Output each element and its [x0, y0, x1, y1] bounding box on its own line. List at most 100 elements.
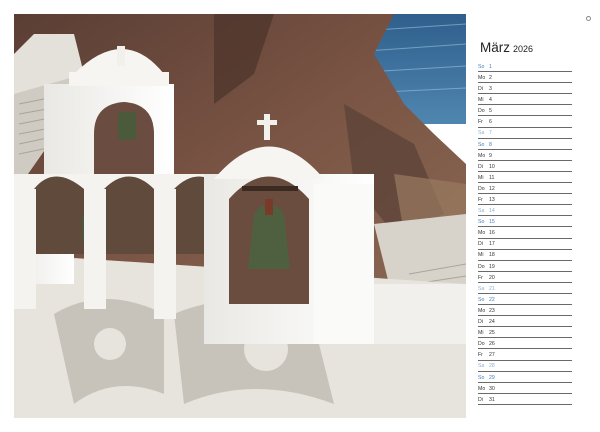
day-number: 8 — [489, 141, 492, 148]
weekday-label: Sa — [478, 363, 485, 370]
day-row: Mi 4 — [478, 94, 572, 106]
day-row: So 15 — [478, 216, 572, 228]
day-number: 29 — [489, 374, 495, 381]
weekday-label: Di — [478, 396, 483, 403]
day-number: 11 — [489, 174, 495, 181]
weekday-label: Mi — [478, 97, 484, 104]
weekday-label: Do — [478, 263, 485, 270]
weekday-label: Sa — [478, 208, 485, 215]
day-row: Di 3 — [478, 83, 572, 95]
weekday-label: Fr — [478, 274, 483, 281]
day-number: 22 — [489, 296, 495, 303]
day-number: 24 — [489, 319, 495, 326]
day-number: 5 — [489, 108, 492, 115]
binding-hole — [585, 16, 591, 21]
day-row: Mi 25 — [478, 327, 572, 339]
day-number: 3 — [489, 86, 492, 93]
day-row: Fr 6 — [478, 116, 572, 128]
day-row: Do 19 — [478, 261, 572, 272]
day-row: Di 31 — [478, 394, 572, 405]
weekday-label: Do — [478, 108, 485, 115]
day-number: 12 — [489, 185, 495, 192]
weekday-label: So — [478, 141, 485, 148]
day-number: 23 — [489, 307, 495, 314]
day-number: 20 — [489, 274, 495, 281]
day-row: Sa 14 — [478, 205, 572, 217]
weekday-label: Mo — [478, 74, 486, 81]
weekday-label: Di — [478, 86, 483, 93]
day-number: 19 — [489, 263, 495, 270]
day-number: 15 — [489, 219, 495, 226]
day-number: 17 — [489, 241, 495, 248]
calendar-photo — [14, 14, 466, 418]
weekday-label: Di — [478, 319, 483, 326]
day-row: Mi 11 — [478, 172, 572, 184]
day-row: Fr 20 — [478, 272, 572, 283]
day-row: Mo 2 — [478, 72, 572, 84]
month-name: März — [480, 40, 510, 55]
day-row: Mo 16 — [478, 227, 572, 239]
weekday-label: So — [478, 296, 485, 303]
year-label: 2026 — [513, 44, 534, 54]
weekday-label: Fr — [478, 197, 483, 204]
day-row: So 29 — [478, 372, 572, 383]
day-row: Do 12 — [478, 183, 572, 195]
day-number: 4 — [489, 97, 492, 104]
weekday-label: Mi — [478, 252, 484, 259]
weekday-label: Di — [478, 163, 483, 170]
day-row: Di 10 — [478, 161, 572, 172]
month-title: März 2026 — [480, 40, 533, 55]
day-number: 28 — [489, 363, 495, 370]
weekday-label: So — [478, 63, 485, 70]
santorini-bell-tower-image — [14, 14, 466, 418]
day-row: Mo 23 — [478, 305, 572, 317]
calendar-panel: März 2026 So 1 Mo 2 Di 3 Mi 4 Do 5 Fr 6 Sa 7 So 8 Mo 9 Di 10… — [466, 14, 586, 418]
weekday-label: Mo — [478, 307, 486, 314]
day-row: Mo 9 — [478, 150, 572, 161]
weekday-label: Fr — [478, 119, 483, 126]
weekday-label: Mi — [478, 330, 484, 337]
weekday-label: So — [478, 219, 485, 226]
weekday-label: Mo — [478, 385, 486, 392]
day-number: 30 — [489, 385, 495, 392]
weekday-label: Mo — [478, 230, 486, 237]
day-row: Di 24 — [478, 316, 572, 328]
day-number: 27 — [489, 352, 495, 359]
weekday-label: Mi — [478, 174, 484, 181]
day-number: 25 — [489, 330, 495, 337]
day-row: So 8 — [478, 139, 572, 150]
day-number: 1 — [489, 63, 492, 70]
day-row: Do 5 — [478, 105, 572, 117]
day-number: 9 — [489, 152, 492, 159]
day-row: Sa 7 — [478, 128, 572, 139]
weekday-label: Di — [478, 241, 483, 248]
day-number: 21 — [489, 285, 495, 292]
day-number: 16 — [489, 230, 495, 237]
day-number: 13 — [489, 197, 495, 204]
day-row: Mi 18 — [478, 250, 572, 261]
weekday-label: Do — [478, 185, 485, 192]
day-number: 2 — [489, 74, 492, 81]
day-number: 10 — [489, 163, 495, 170]
weekday-label: Fr — [478, 352, 483, 359]
day-row: Fr 13 — [478, 194, 572, 206]
day-row: Di 17 — [478, 239, 572, 250]
day-number: 26 — [489, 341, 495, 348]
day-number: 7 — [489, 130, 492, 137]
day-row: Sa 21 — [478, 283, 572, 294]
day-number: 14 — [489, 208, 495, 215]
day-row: Mo 30 — [478, 383, 572, 394]
day-number: 31 — [489, 396, 495, 403]
day-row: So 1 — [478, 61, 572, 73]
weekday-label: So — [478, 374, 485, 381]
weekday-label: Sa — [478, 130, 485, 137]
day-number: 18 — [489, 252, 495, 259]
day-number: 6 — [489, 119, 492, 126]
weekday-label: Do — [478, 341, 485, 348]
day-list: So 1 Mo 2 Di 3 Mi 4 Do 5 Fr 6 Sa 7 So 8 Mo 9 Di 10 Mi 11 Do 12 F… — [478, 61, 572, 405]
day-row: Sa 28 — [478, 361, 572, 372]
day-row: Do 26 — [478, 338, 572, 350]
day-row: So 22 — [478, 294, 572, 306]
day-row: Fr 27 — [478, 349, 572, 361]
weekday-label: Sa — [478, 285, 485, 292]
